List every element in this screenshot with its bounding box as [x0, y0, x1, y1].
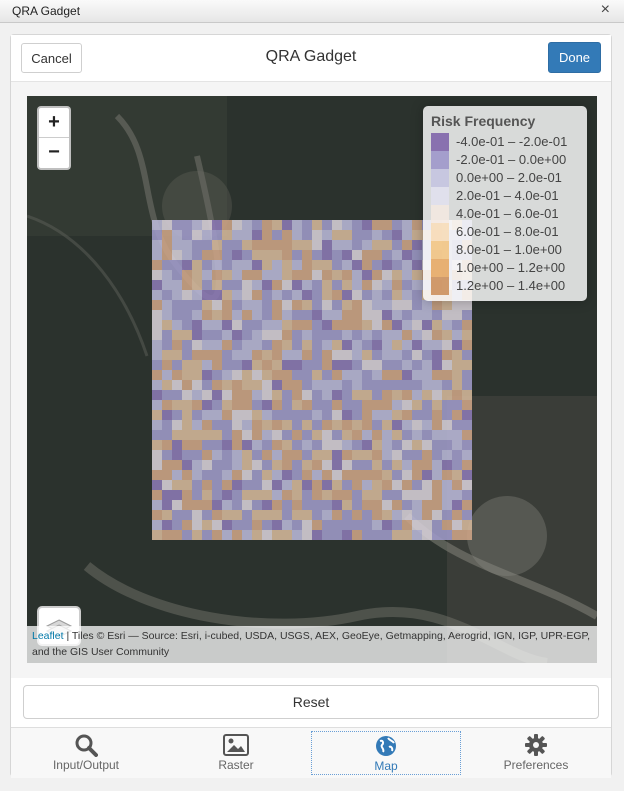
- legend-item: 8.0e-01 – 1.0e+00: [431, 241, 579, 259]
- tab-raster[interactable]: Raster: [161, 731, 311, 775]
- image-icon: [223, 733, 249, 757]
- search-icon: [74, 733, 98, 757]
- legend-swatch: [431, 241, 449, 259]
- main-content: + − Risk Frequency -4.0e-01 – -2.0e-01 -2…: [11, 82, 611, 678]
- window-title-bar: QRA Gadget ×: [0, 0, 624, 23]
- legend-label: 8.0e-01 – 1.0e+00: [456, 242, 562, 257]
- legend-item: -2.0e-01 – 0.0e+00: [431, 151, 579, 169]
- gadget-panel: Cancel QRA Gadget Done + − Risk Frequenc…: [10, 34, 612, 778]
- legend-title: Risk Frequency: [431, 113, 536, 129]
- legend-swatch: [431, 133, 449, 151]
- zoom-control: + −: [37, 106, 71, 170]
- cancel-button[interactable]: Cancel: [21, 43, 82, 73]
- map-attribution: Leaflet | Tiles © Esri — Source: Esri, i…: [27, 626, 597, 663]
- globe-icon: [374, 734, 398, 758]
- legend-swatch: [431, 259, 449, 277]
- done-button[interactable]: Done: [548, 42, 601, 73]
- legend-swatch: [431, 169, 449, 187]
- legend-label: 0.0e+00 – 2.0e-01: [456, 170, 562, 185]
- legend-label: 6.0e-01 – 8.0e-01: [456, 224, 559, 239]
- tab-map[interactable]: Map: [311, 731, 461, 775]
- tab-preferences[interactable]: Preferences: [461, 731, 611, 775]
- bottom-tab-bar: Input/Output Raster Map Preferences: [11, 727, 611, 778]
- gear-icon: [524, 733, 548, 757]
- map-view[interactable]: + − Risk Frequency -4.0e-01 – -2.0e-01 -2…: [27, 96, 597, 663]
- legend-swatch: [431, 223, 449, 241]
- legend-label: 1.2e+00 – 1.4e+00: [456, 278, 566, 293]
- legend-swatch: [431, 277, 449, 295]
- map-legend: Risk Frequency -4.0e-01 – -2.0e-01 -2.0e-…: [423, 106, 587, 301]
- gadget-header: Cancel QRA Gadget Done: [11, 35, 611, 82]
- window-title: QRA Gadget: [12, 4, 81, 18]
- zoom-in-button[interactable]: +: [39, 108, 69, 138]
- legend-swatch: [431, 205, 449, 223]
- legend-item: -4.0e-01 – -2.0e-01: [431, 133, 579, 151]
- legend-label: -4.0e-01 – -2.0e-01: [456, 134, 568, 149]
- legend-item: 6.0e-01 – 8.0e-01: [431, 223, 579, 241]
- tab-label: Raster: [218, 758, 254, 772]
- legend-label: 4.0e-01 – 6.0e-01: [456, 206, 559, 221]
- tab-label: Input/Output: [52, 758, 120, 772]
- legend-label: 2.0e-01 – 4.0e-01: [456, 188, 559, 203]
- legend-item: 4.0e-01 – 6.0e-01: [431, 205, 579, 223]
- attribution-text: | Tiles © Esri — Source: Esri, i-cubed, …: [32, 630, 591, 658]
- legend-item: 0.0e+00 – 2.0e-01: [431, 169, 579, 187]
- legend-swatch: [431, 151, 449, 169]
- legend-label: 1.0e+00 – 1.2e+00: [456, 260, 566, 275]
- tab-label: Map: [374, 759, 398, 773]
- reset-button[interactable]: Reset: [23, 685, 599, 719]
- leaflet-link[interactable]: Leaflet: [32, 630, 64, 642]
- legend-item: 1.2e+00 – 1.4e+00: [431, 277, 579, 295]
- tab-label: Preferences: [503, 758, 569, 772]
- legend-label: -2.0e-01 – 0.0e+00: [456, 152, 567, 167]
- close-icon[interactable]: ×: [601, 1, 610, 19]
- legend-item: 1.0e+00 – 1.2e+00: [431, 259, 579, 277]
- legend-swatch: [431, 187, 449, 205]
- tab-input-output[interactable]: Input/Output: [11, 731, 161, 775]
- legend-item: 2.0e-01 – 4.0e-01: [431, 187, 579, 205]
- zoom-out-button[interactable]: −: [39, 138, 69, 167]
- page-title: QRA Gadget: [265, 48, 357, 65]
